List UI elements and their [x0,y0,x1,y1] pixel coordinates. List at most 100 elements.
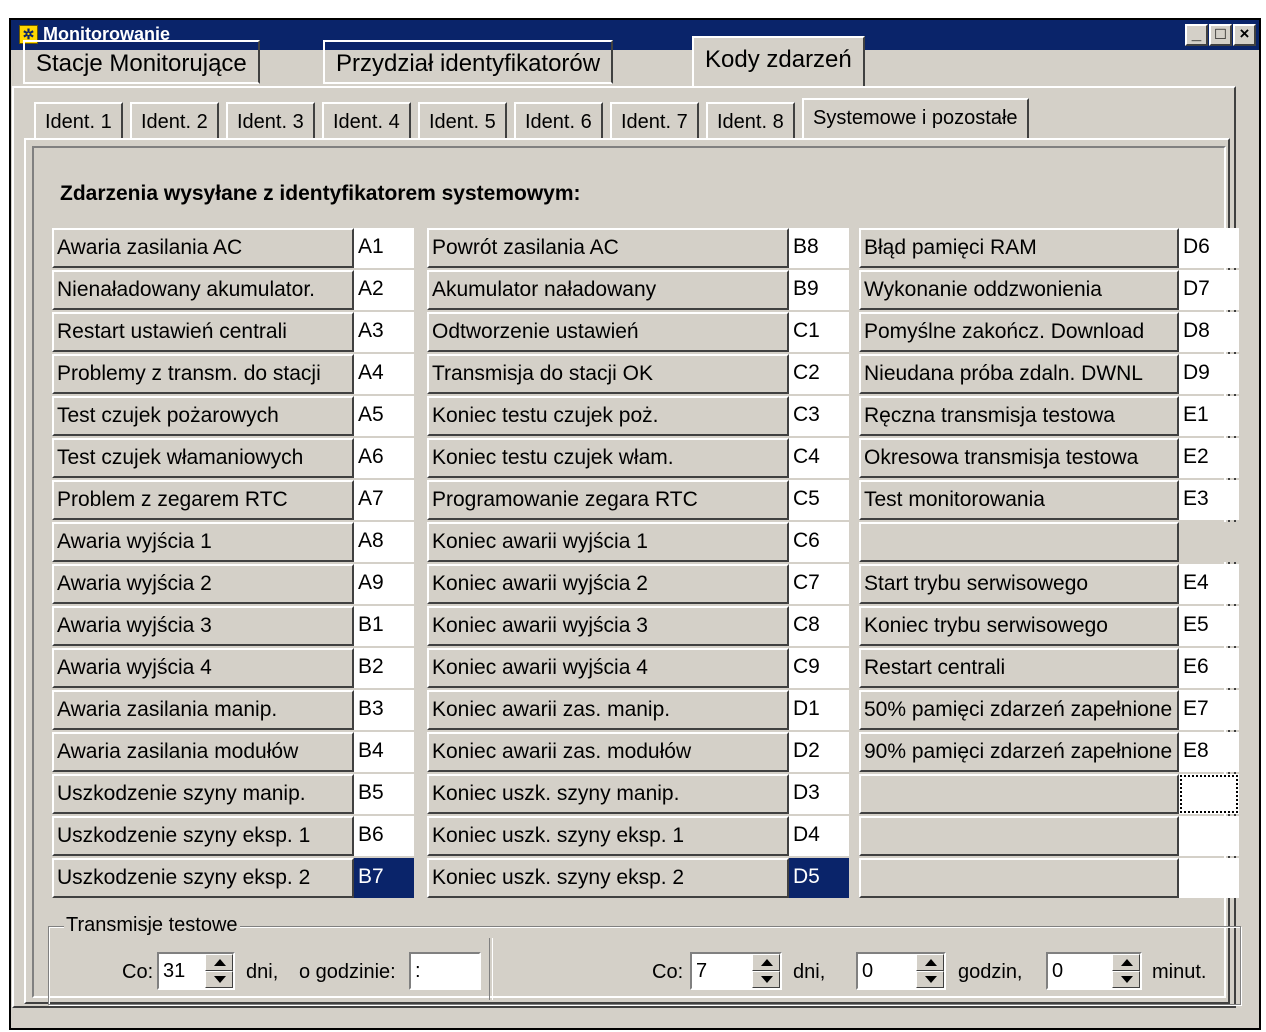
event-code-field[interactable]: D2 [789,732,849,772]
event-code-field[interactable]: E6 [1179,648,1239,688]
left-time-field[interactable]: : [409,952,481,990]
tab-przydzial-identyfikatorow[interactable]: Przydział identyfikatorów [323,40,614,84]
event-code-field[interactable]: B9 [789,270,849,310]
hours-spinner[interactable] [916,954,944,988]
event-code-field[interactable] [1179,858,1239,898]
event-label: Koniec awarii zas. modułów [427,732,789,772]
minutes-spinner[interactable] [1112,954,1140,988]
right-days-spinner[interactable] [752,954,780,988]
spin-down-icon[interactable] [1112,971,1140,988]
event-code-field[interactable]: E1 [1179,396,1239,436]
event-code-field[interactable]: B8 [789,228,849,268]
event-code-field[interactable]: B1 [354,606,414,646]
event-label: Awaria wyjścia 3 [52,606,354,646]
event-code-field[interactable]: D8 [1179,312,1239,352]
hours-label: godzin, [958,961,1023,983]
maximize-button[interactable]: □ [1209,24,1232,46]
tab-systemowe-i-pozostale[interactable]: Systemowe i pozostałe [802,98,1029,138]
tab-stacje-monitorujace[interactable]: Stacje Monitorujące [23,40,260,84]
tab-ident-7[interactable]: Ident. 7 [610,102,699,138]
group-separator [489,938,493,1000]
tab-kody-zdarzen[interactable]: Kody zdarzeń [692,36,865,86]
event-code-field[interactable]: D7 [1179,270,1239,310]
event-code-field[interactable]: C5 [789,480,849,520]
event-code-field[interactable]: C1 [789,312,849,352]
tab-ident-2[interactable]: Ident. 2 [130,102,219,138]
event-code-field[interactable]: E4 [1179,564,1239,604]
event-label: Awaria wyjścia 4 [52,648,354,688]
event-label: Koniec awarii wyjścia 1 [427,522,789,562]
event-code-field[interactable]: B7 [354,858,414,898]
event-code-field[interactable]: B5 [354,774,414,814]
event-code-field[interactable] [1179,774,1239,814]
event-code-field[interactable]: A6 [354,438,414,478]
event-label: Ręczna transmisja testowa [859,396,1179,436]
event-label: Uszkodzenie szyny eksp. 1 [52,816,354,856]
event-code-field[interactable]: A3 [354,312,414,352]
spin-up-icon[interactable] [916,954,944,971]
event-code-field[interactable]: A5 [354,396,414,436]
event-label: Uszkodzenie szyny eksp. 2 [52,858,354,898]
event-code-field[interactable]: A8 [354,522,414,562]
event-code-field[interactable]: E8 [1179,732,1239,772]
tab-ident-4[interactable]: Ident. 4 [322,102,411,138]
tab-ident-8[interactable]: Ident. 8 [706,102,795,138]
event-code-field[interactable]: C3 [789,396,849,436]
event-code-field[interactable]: A7 [354,480,414,520]
event-label: Transmisja do stacji OK [427,354,789,394]
event-label: Problemy z transm. do stacji [52,354,354,394]
event-label: Błąd pamięci RAM [859,228,1179,268]
event-code-field[interactable]: D4 [789,816,849,856]
event-code-field[interactable]: A1 [354,228,414,268]
event-code-field[interactable]: D1 [789,690,849,730]
event-code-field[interactable]: C2 [789,354,849,394]
tab-ident-3[interactable]: Ident. 3 [226,102,315,138]
tab-ident-1[interactable]: Ident. 1 [34,102,123,138]
event-code-field[interactable]: D6 [1179,228,1239,268]
event-label: Koniec awarii wyjścia 4 [427,648,789,688]
event-code-field[interactable]: B6 [354,816,414,856]
tab-ident-6[interactable]: Ident. 6 [514,102,603,138]
event-label: Test czujek pożarowych [52,396,354,436]
event-label: Nieudana próba zdaln. DWNL [859,354,1179,394]
event-label: Wykonanie oddzwonienia [859,270,1179,310]
event-label: Koniec awarii wyjścia 2 [427,564,789,604]
spin-down-icon[interactable] [752,971,780,988]
event-code-field[interactable]: A9 [354,564,414,604]
event-code-field[interactable]: B4 [354,732,414,772]
event-code-field[interactable]: C7 [789,564,849,604]
event-code-field[interactable]: E2 [1179,438,1239,478]
event-code-field[interactable]: E3 [1179,480,1239,520]
section-title: Zdarzenia wysyłane z identyfikatorem sys… [60,182,581,205]
event-code-field[interactable]: C9 [789,648,849,688]
spin-down-icon[interactable] [205,971,233,988]
event-code-field[interactable]: C4 [789,438,849,478]
event-code-field[interactable]: D5 [789,858,849,898]
event-code-field[interactable]: D3 [789,774,849,814]
event-label: Programowanie zegara RTC [427,480,789,520]
event-code-field[interactable]: A4 [354,354,414,394]
spin-down-icon[interactable] [916,971,944,988]
event-code-field[interactable]: B3 [354,690,414,730]
event-label: Start trybu serwisowego [859,564,1179,604]
event-code-field[interactable]: D9 [1179,354,1239,394]
minimize-button[interactable]: _ [1185,24,1208,46]
event-label: Koniec trybu serwisowego [859,606,1179,646]
event-code-field[interactable] [1179,816,1239,856]
close-button[interactable]: × [1233,24,1256,46]
event-code-field[interactable]: C6 [789,522,849,562]
spin-up-icon[interactable] [752,954,780,971]
event-code-field[interactable]: E5 [1179,606,1239,646]
event-code-field[interactable]: E7 [1179,690,1239,730]
event-label: Restart ustawień centrali [52,312,354,352]
event-label: Koniec uszk. szyny manip. [427,774,789,814]
event-code-field[interactable]: C8 [789,606,849,646]
event-label: Awaria zasilania AC [52,228,354,268]
spin-up-icon[interactable] [1112,954,1140,971]
left-days-spinner[interactable] [205,954,233,988]
tab-ident-5[interactable]: Ident. 5 [418,102,507,138]
event-code-field[interactable]: A2 [354,270,414,310]
event-code-field[interactable]: B2 [354,648,414,688]
spin-up-icon[interactable] [205,954,233,971]
event-code-field [1179,522,1239,562]
